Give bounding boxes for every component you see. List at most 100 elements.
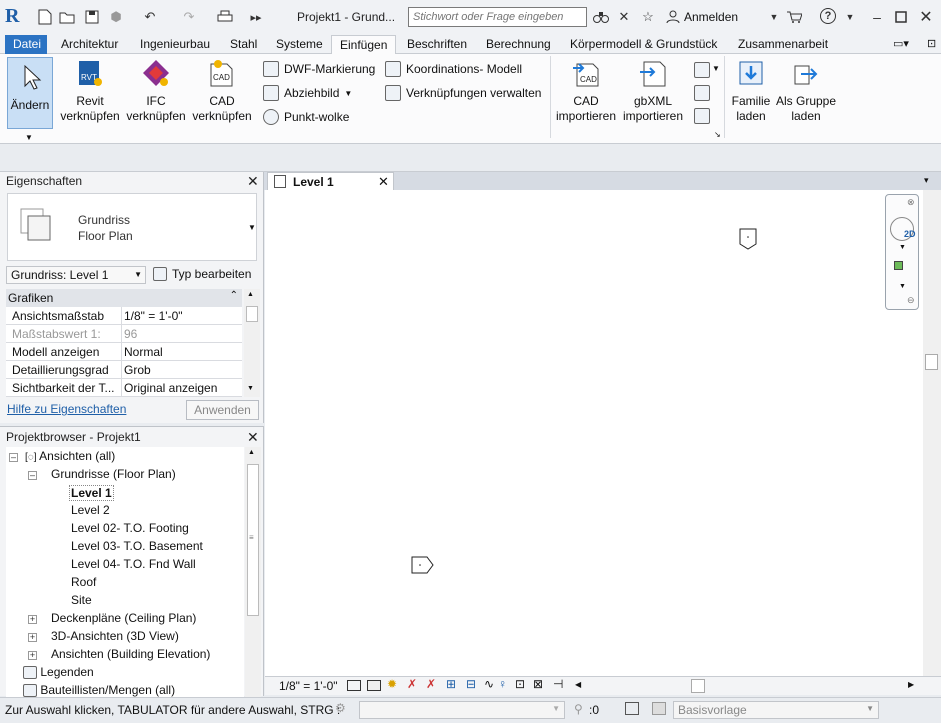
tree-item-level-04[interactable]: Level 04- T.O. Fnd Wall	[71, 557, 196, 571]
import-pdf-icon[interactable]	[694, 62, 710, 78]
tree-item-legends[interactable]: Legenden	[23, 665, 94, 680]
type-dropdown-icon[interactable]: ▼	[248, 223, 256, 232]
close-window-icon[interactable]: ✕	[917, 8, 935, 26]
collapse-group-icon[interactable]: ⌃	[230, 290, 238, 301]
save-icon[interactable]	[83, 8, 101, 26]
zoom-dropdown-icon[interactable]: ▼	[899, 283, 906, 290]
tree-item-views[interactable]: [◌] Ansichten (all)	[25, 449, 115, 463]
manage-images-icon[interactable]	[694, 108, 710, 124]
collapse-icon[interactable]: –	[28, 471, 37, 480]
type-selector[interactable]: Grundriss Floor Plan ▼	[7, 193, 257, 261]
scroll-down-icon[interactable]: ▼	[247, 385, 254, 392]
temporary-hide-icon[interactable]: ∿	[484, 677, 494, 691]
tab-level-1[interactable]: Level 1 ✕	[267, 172, 394, 191]
instance-filter-select[interactable]: Grundriss: Level 1 ▼	[6, 266, 146, 284]
prop-value[interactable]: Original anzeigen	[121, 379, 242, 397]
tree-item-ceiling-plans[interactable]: Deckenpläne (Ceiling Plan)	[51, 611, 196, 625]
tree-item-site[interactable]: Site	[71, 593, 92, 607]
search-input[interactable]	[408, 7, 587, 27]
prop-value[interactable]: Normal	[121, 343, 242, 361]
modify-dropdown-icon[interactable]: ▼	[25, 133, 33, 142]
navbar-close-icon[interactable]: ⊗	[907, 197, 915, 208]
signin-dropdown-icon[interactable]: ▼	[765, 8, 783, 26]
canvas-vertical-scrollbar[interactable]	[923, 190, 941, 676]
signin-link[interactable]: Anmelden	[684, 10, 738, 24]
ifc-link-button[interactable]: IFC verknüpfen	[124, 58, 188, 124]
import-panel-launcher-icon[interactable]: ↘	[714, 130, 721, 139]
apply-button[interactable]: Anwenden	[186, 400, 259, 420]
print-icon[interactable]	[216, 8, 234, 26]
detail-level-icon[interactable]	[347, 680, 361, 691]
load-family-button[interactable]: Familie laden	[728, 58, 774, 124]
tab-einfuegen[interactable]: Einfügen	[331, 35, 397, 54]
cad-link-button[interactable]: CAD CAD verknüpfen	[190, 58, 254, 124]
revit-logo-icon[interactable]: R	[5, 5, 27, 29]
user-icon[interactable]	[664, 8, 682, 26]
minimize-icon[interactable]: –	[868, 8, 886, 26]
expand-icon[interactable]: +	[28, 615, 37, 624]
decal-dropdown-icon[interactable]: ▼	[344, 89, 352, 98]
undo-icon[interactable]: ↶	[141, 8, 159, 26]
tree-item-level-1[interactable]: Level 1	[69, 485, 114, 501]
favorites-star-icon[interactable]: ☆	[639, 8, 657, 26]
view-scale-button[interactable]: 1/8" = 1'-0"	[279, 679, 338, 693]
tab-close-icon[interactable]: ✕	[378, 174, 389, 190]
maximize-icon[interactable]	[892, 8, 910, 26]
prop-row-view-scale[interactable]: Ansichtsmaßstab 1/8" = 1'-0"	[6, 307, 242, 325]
modify-button[interactable]: Ändern	[7, 57, 53, 129]
binoculars-icon[interactable]	[592, 8, 610, 26]
render-icon[interactable]: ✗	[426, 677, 436, 691]
tree-item-level-2[interactable]: Level 2	[71, 503, 110, 517]
import-dropdown-icon[interactable]: ▼	[712, 64, 720, 73]
tree-item-schedules[interactable]: Bauteillisten/Mengen (all)	[23, 683, 175, 697]
north-elevation-marker-icon[interactable]	[739, 228, 757, 250]
tree-item-level-02[interactable]: Level 02- T.O. Footing	[71, 521, 189, 535]
prop-value[interactable]: 1/8" = 1'-0"	[121, 307, 242, 325]
scroll-up-icon[interactable]: ▲	[247, 291, 254, 298]
ribbon-minimize-icon[interactable]: ⊡	[927, 37, 936, 50]
tab-zusammenarbeit[interactable]: Zusammenarbeit	[738, 35, 828, 54]
hscroll-left-icon[interactable]: ◀	[575, 680, 581, 689]
decal-button[interactable]: Abziehbild ▼	[263, 85, 352, 101]
reveal-hidden-icon[interactable]: ♀	[498, 677, 507, 691]
expand-icon[interactable]: +	[28, 651, 37, 660]
tree-item-3d-views[interactable]: 3D-Ansichten (3D View)	[51, 629, 179, 643]
new-file-icon[interactable]	[36, 8, 54, 26]
constraints-icon[interactable]: ⊣	[553, 677, 563, 691]
group-graphics-header[interactable]: Grafiken ⌃	[6, 289, 242, 307]
cad-import-button[interactable]: CAD CAD importieren	[554, 58, 618, 124]
properties-scroll-thumb[interactable]	[246, 306, 258, 322]
worksets-icon[interactable]: ⚙	[335, 701, 346, 715]
west-elevation-marker-icon[interactable]	[411, 556, 435, 574]
drawing-canvas[interactable]: ⊗ 2D ▼ ▼ ⊖	[265, 190, 927, 676]
ribbon-options-icon[interactable]: ▭▾	[893, 37, 909, 50]
visual-style-icon[interactable]	[367, 680, 381, 691]
hscroll-right-icon[interactable]: ▶	[908, 680, 914, 689]
show-crop-icon[interactable]: ⊟	[466, 677, 476, 691]
worksharing-icon[interactable]: ⊠	[533, 677, 543, 691]
shadows-icon[interactable]: ✗	[407, 677, 417, 691]
collapse-icon[interactable]: –	[9, 453, 18, 462]
properties-scrollbar[interactable]: ▲ ▼	[244, 289, 260, 397]
tree-item-elevations[interactable]: Ansichten (Building Elevation)	[51, 647, 210, 661]
navbar-options-icon[interactable]: ⊖	[907, 295, 915, 306]
help-dropdown-icon[interactable]: ▼	[841, 8, 859, 26]
tab-file[interactable]: Datei	[5, 35, 47, 54]
properties-close-icon[interactable]: ✕	[247, 173, 259, 190]
manage-links-button[interactable]: Verknüpfungen verwalten	[385, 85, 541, 101]
prop-row-display-model[interactable]: Modell anzeigen Normal	[6, 343, 242, 361]
tab-berechnung[interactable]: Berechnung	[486, 35, 551, 54]
help-icon[interactable]: ?	[820, 8, 836, 24]
import-image-icon[interactable]	[694, 85, 710, 101]
expand-icon[interactable]: +	[28, 633, 37, 642]
prop-row-parts-visibility[interactable]: Sichtbarkeit der T... Original anzeigen	[6, 379, 242, 397]
gbxml-import-button[interactable]: gbXML importieren	[620, 58, 686, 124]
tab-systeme[interactable]: Systeme	[276, 35, 323, 54]
redo-icon[interactable]: ↷	[180, 8, 198, 26]
wheel-dropdown-icon[interactable]: ▼	[899, 244, 906, 251]
coordination-model-button[interactable]: Koordinations- Modell	[385, 61, 522, 77]
sun-path-icon[interactable]: ✹	[387, 677, 397, 691]
canvas-vscroll-thumb[interactable]	[925, 354, 938, 370]
tab-ingenieurbau[interactable]: Ingenieurbau	[140, 35, 210, 54]
revit-link-button[interactable]: RVT Revit verknüpfen	[58, 58, 122, 124]
